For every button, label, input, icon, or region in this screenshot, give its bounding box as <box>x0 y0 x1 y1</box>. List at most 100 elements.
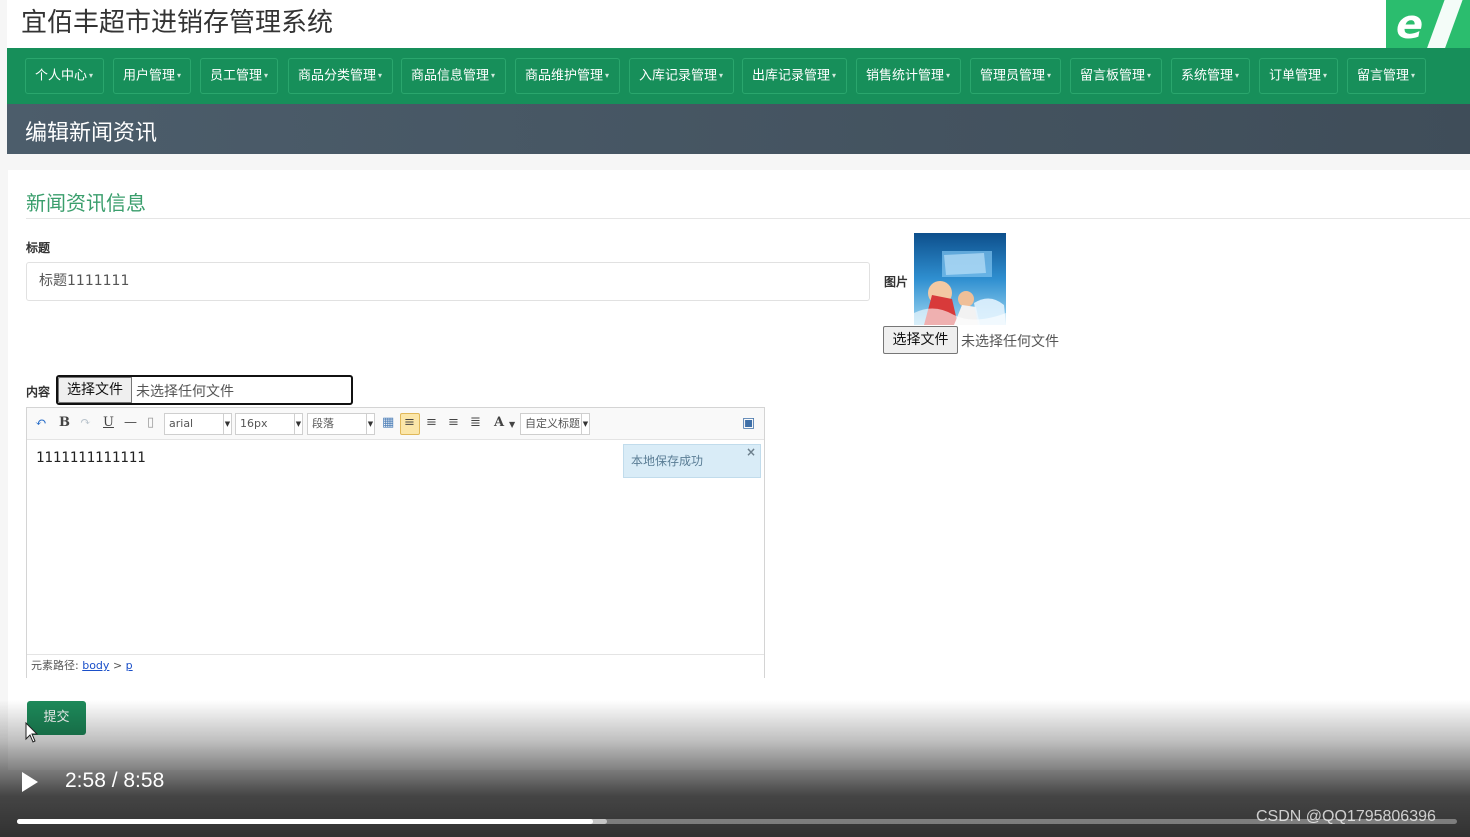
edit-form-panel: 新闻资讯信息 标题 标题1111111 图片 选择文件 未选择任何文件 内容 选… <box>8 170 1470 770</box>
nav-item-orders[interactable]: 订单管理 ▾ <box>1259 58 1338 94</box>
nav-item-stock-in[interactable]: 入库记录管理 ▾ <box>629 58 734 94</box>
font-color-button[interactable]: A <box>494 415 504 431</box>
nav-label: 销售统计管理 <box>866 68 945 84</box>
chevron-down-icon: ▾ <box>605 71 610 80</box>
chevron-down-icon: ▼ <box>366 414 374 434</box>
page-icon[interactable]: ▯ <box>147 415 154 431</box>
close-icon[interactable]: × <box>746 436 756 468</box>
font-family-value: arial <box>169 417 194 430</box>
toast-message: 本地保存成功 <box>631 454 704 468</box>
logo-e-icon: e <box>1396 2 1424 48</box>
nav-label: 留言管理 <box>1357 68 1410 84</box>
content-file-button[interactable]: 选择文件 <box>58 377 132 403</box>
nav-item-stock-out[interactable]: 出库记录管理 ▾ <box>742 58 847 94</box>
paragraph-select[interactable]: 段落 ▼ <box>307 413 375 435</box>
progress-played <box>17 819 593 824</box>
image-file-button[interactable]: 选择文件 <box>883 326 958 354</box>
nav-label: 商品分类管理 <box>298 68 377 84</box>
chevron-down-icon: ▾ <box>378 71 383 80</box>
path-label: 元素路径: <box>31 659 79 672</box>
nav-item-sales-stats[interactable]: 销售统计管理 ▾ <box>856 58 961 94</box>
align-right-icon[interactable]: ≡ <box>426 415 437 431</box>
mouse-cursor-icon <box>25 722 39 743</box>
nav-label: 出库记录管理 <box>752 68 831 84</box>
custom-title-select[interactable]: 自定义标题 ▼ <box>520 413 590 435</box>
content-file-status: 未选择任何文件 <box>136 384 234 400</box>
font-size-select[interactable]: 16px ▼ <box>235 413 303 435</box>
rich-text-editor: ↶ B ↷ U — ▯ arial ▼ 16px ▼ 段落 ▼ ▦ ≡ ≡ ≡ … <box>26 407 765 678</box>
watermark: CSDN @QQ1795806396 <box>1256 808 1436 825</box>
app-header: 宜佰丰超市进销存管理系统 e <box>7 0 1470 58</box>
play-icon[interactable] <box>22 772 38 792</box>
nav-item-product-info[interactable]: 商品信息管理 ▾ <box>401 58 506 94</box>
app-title: 宜佰丰超市进销存管理系统 <box>21 8 334 38</box>
nav-label: 入库记录管理 <box>639 68 718 84</box>
title-label: 标题 <box>26 241 51 255</box>
image-thumbnail <box>914 233 1006 325</box>
chevron-down-icon: ▼ <box>294 414 302 434</box>
bold-button[interactable]: B <box>59 415 70 431</box>
divider <box>26 218 1470 219</box>
nav-item-admins[interactable]: 管理员管理 ▾ <box>970 58 1061 94</box>
align-left-icon: ≡ <box>404 415 415 430</box>
paragraph-value: 段落 <box>312 417 334 430</box>
chevron-down-icon: ▼ <box>223 414 231 434</box>
nav-label: 管理员管理 <box>980 68 1046 84</box>
chevron-down-icon: ▾ <box>1323 71 1328 80</box>
font-family-select[interactable]: arial ▼ <box>164 413 232 435</box>
nav-label: 用户管理 <box>123 68 176 84</box>
chevron-down-icon: ▼ <box>581 414 589 434</box>
section-title: 新闻资讯信息 <box>26 191 146 215</box>
nav-item-personal-center[interactable]: 个人中心 ▾ <box>25 58 104 94</box>
table-icon[interactable]: ▦ <box>382 415 394 431</box>
nav-item-system[interactable]: 系统管理 ▾ <box>1171 58 1250 94</box>
nav-item-messages[interactable]: 留言管理 ▾ <box>1347 58 1426 94</box>
chevron-down-icon: ▾ <box>177 71 182 80</box>
image-file-status: 未选择任何文件 <box>961 334 1059 350</box>
nav-label: 商品维护管理 <box>525 68 604 84</box>
chevron-down-icon[interactable]: ▼ <box>509 417 515 433</box>
nav-item-users[interactable]: 用户管理 ▾ <box>113 58 191 94</box>
custom-title-value: 自定义标题 <box>525 417 580 430</box>
screen: 宜佰丰超市进销存管理系统 e 个人中心 ▾ 用户管理 ▾ 员工管理 ▾ 商品分类管理 ▾… <box>0 0 1470 837</box>
undo-icon[interactable]: ↶ <box>35 415 47 431</box>
align-justify-icon[interactable]: ≣ <box>470 415 481 431</box>
chevron-down-icon: ▾ <box>89 71 94 80</box>
editor-toolbar: ↶ B ↷ U — ▯ arial ▼ 16px ▼ 段落 ▼ ▦ ≡ ≡ ≡ … <box>27 408 764 440</box>
nav-label: 系统管理 <box>1181 68 1234 84</box>
nav-item-product-categories[interactable]: 商品分类管理 ▾ <box>288 58 393 94</box>
video-progress-bar[interactable] <box>17 819 1457 824</box>
content-file-input[interactable]: 选择文件 未选择任何文件 <box>56 375 353 405</box>
chevron-down-icon: ▾ <box>1411 71 1416 80</box>
redo-icon[interactable]: ↷ <box>80 415 91 431</box>
align-center-icon[interactable]: ≡ <box>448 415 459 431</box>
horizontal-rule-icon[interactable]: — <box>124 415 137 431</box>
title-input[interactable]: 标题1111111 <box>26 262 870 301</box>
element-path-bar: 元素路径: body > p <box>27 654 764 678</box>
page-title-bar: 编辑新闻资讯 <box>7 104 1470 154</box>
poster-image <box>914 233 1006 325</box>
chevron-down-icon: ▾ <box>1147 71 1152 80</box>
font-size-value: 16px <box>240 417 268 430</box>
path-p-link[interactable]: p <box>126 659 133 672</box>
chevron-down-icon: ▾ <box>719 71 724 80</box>
chevron-down-icon: ▾ <box>1047 71 1052 80</box>
nav-label: 订单管理 <box>1269 68 1322 84</box>
main-nav: 个人中心 ▾ 用户管理 ▾ 员工管理 ▾ 商品分类管理 ▾ 商品信息管理 ▾ 商品维护管理… <box>7 48 1470 104</box>
nav-item-employees[interactable]: 员工管理 ▾ <box>200 58 278 94</box>
nav-item-product-maintenance[interactable]: 商品维护管理 ▾ <box>515 58 620 94</box>
content-label: 内容 <box>26 385 51 399</box>
video-time: 2:58 / 8:58 <box>65 769 165 792</box>
nav-label: 留言板管理 <box>1080 68 1146 84</box>
path-body-link[interactable]: body <box>82 659 109 672</box>
page-title: 编辑新闻资讯 <box>25 121 158 146</box>
video-controls-overlay <box>0 700 1470 837</box>
fullscreen-icon[interactable]: ▣ <box>742 415 755 431</box>
path-separator: > <box>112 659 123 672</box>
editor-body-text[interactable]: 1111111111111 <box>36 450 146 466</box>
underline-button[interactable]: U <box>103 415 114 431</box>
nav-item-message-board[interactable]: 留言板管理 ▾ <box>1070 58 1162 94</box>
chevron-down-icon: ▾ <box>946 71 951 80</box>
nav-label: 个人中心 <box>35 68 88 84</box>
chevron-down-icon: ▾ <box>264 71 269 80</box>
